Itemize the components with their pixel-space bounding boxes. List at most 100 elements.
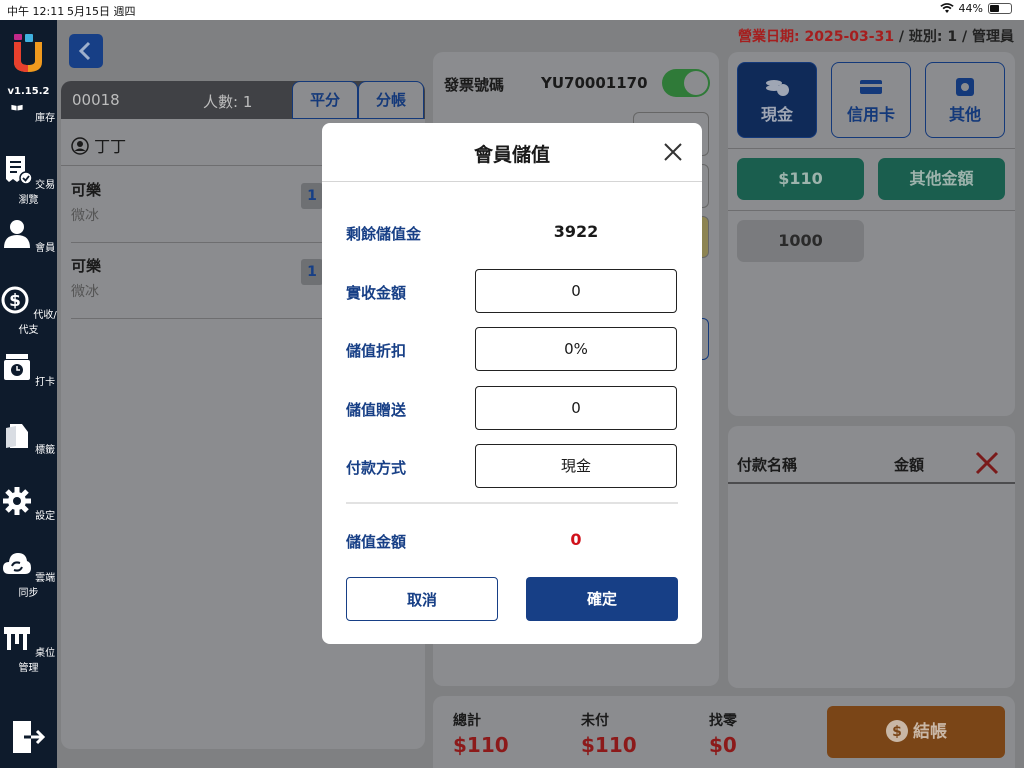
cancel-button[interactable]: 取消 [346,577,498,621]
coins-icon [766,80,789,96]
logout-icon[interactable] [12,720,46,754]
status-right: 44% [939,2,1012,15]
tab-split-bill[interactable]: 分帳 [358,81,424,119]
payment-list-panel: 付款名稱 金額 [728,426,1015,688]
sidebar-item-label: 會員 [35,243,56,254]
sidebar-item-clock-in[interactable]: 打卡 [0,352,57,388]
amount-header: 金額 [894,456,925,474]
divider [322,181,702,182]
payment-method-label: 付款方式 [346,459,407,477]
user-circle-icon [71,137,89,155]
sidebar: v1.15.2 庫存 交易瀏覽 會員 $ 代收/代支 打卡 標籤 設定 雲端同步… [0,20,57,768]
invoice-label: 發票號碼 [444,76,505,94]
unpaid-value: $110 [581,733,637,757]
receipt-icon [5,156,33,185]
other-amount-button[interactable]: 其他金額 [878,158,1005,200]
change-label: 找零 [709,713,737,729]
item-note: 微冰 [71,208,99,224]
other-payment-label: 其他 [948,105,981,124]
customer-name: 丁丁 [94,137,127,156]
confirm-button[interactable]: 確定 [526,577,678,621]
order-number: 00018 [72,91,120,109]
business-info: 營業日期: 2025-03-31 / 班別: 1 / 管理員 [738,26,1014,46]
preset-amount-button[interactable]: 1000 [737,220,864,262]
checkout-button[interactable]: $ 結帳 [827,706,1005,758]
member-topup-dialog: 會員儲值 剩餘儲值金 3922 實收金額 0 儲值折扣 0% 儲值贈送 0 付款… [322,123,702,644]
topup-discount-label: 儲值折扣 [346,342,407,360]
clock-machine-icon [3,354,30,380]
payment-panel: 現金 信用卡 其他 $110 其他金額 1000 [728,52,1015,416]
shift-info: / 班別: 1 / 管理員 [894,29,1014,45]
sidebar-item-tables[interactable]: 桌位管理 [0,623,57,674]
divider [728,148,1015,149]
sidebar-item-transactions[interactable]: 交易瀏覽 [0,155,57,206]
svg-text:$: $ [9,291,21,311]
person-icon [3,220,30,248]
sidebar-item-label: 標籤 [35,445,56,456]
cloud-sync-icon [2,553,31,574]
battery-icon [988,3,1012,14]
sidebar-item-inventory[interactable]: 庫存 [0,104,57,124]
sidebar-item-label: 設定 [35,511,56,522]
app-version: v1.15.2 [7,86,50,97]
gear-icon [2,487,31,515]
remaining-balance-value: 3922 [553,222,599,241]
status-bar: 中午 12:11 5月15日 週四 44% [0,0,1024,20]
sidebar-item-members[interactable]: 會員 [0,218,57,254]
sidebar-item-labels[interactable]: 標籤 [0,420,57,456]
chevron-left-icon [78,41,91,61]
customer-name-row[interactable]: 丁丁 [71,133,126,157]
wallet-icon [956,78,974,96]
unpaid-block: 未付 $110 [581,710,637,757]
close-icon[interactable] [662,141,684,163]
topup-discount-input[interactable]: 0% [475,327,677,371]
item-qty: 1 [301,259,323,285]
total-label: 總計 [453,713,481,729]
other-payment-button[interactable]: 其他 [925,62,1005,138]
dollar-cycle-icon: $ [1,286,29,314]
business-date: 營業日期: 2025-03-31 [738,29,895,45]
remaining-balance-label: 剩餘儲值金 [346,225,422,243]
item-name: 可樂 [71,181,102,199]
change-value: $0 [709,733,737,757]
app-logo-icon [14,34,42,72]
status-date: 5月15日 週四 [67,5,136,18]
tag-icon [5,424,28,448]
received-amount-label: 實收金額 [346,284,407,302]
table-icon [3,627,30,650]
topup-bonus-label: 儲值贈送 [346,401,407,419]
status-time: 中午 12:11 [7,5,65,18]
invoice-number: YU70001170 [541,74,648,92]
totals-bar: 總計 $110 未付 $110 找零 $0 $ 結帳 [433,696,1015,768]
cash-button[interactable]: 現金 [737,62,817,138]
back-button[interactable] [69,34,103,68]
battery-percent: 44% [958,2,983,15]
topup-bonus-input[interactable]: 0 [475,386,677,430]
invoice-toggle[interactable] [662,69,710,97]
payment-list-header: 付款名稱 金額 [728,426,1015,484]
credit-card-icon [860,80,882,94]
cash-label: 現金 [760,105,793,124]
received-amount-input[interactable]: 0 [475,269,677,313]
sidebar-item-settings[interactable]: 設定 [0,486,57,522]
sidebar-item-label: 庫存 [35,113,56,124]
unpaid-label: 未付 [581,713,609,729]
total-value: $110 [453,733,509,757]
total-block: 總計 $110 [453,710,509,757]
change-block: 找零 $0 [709,710,737,757]
checkout-label: 結帳 [913,722,947,742]
payment-method-select[interactable]: 現金 [475,444,677,488]
credit-card-button[interactable]: 信用卡 [831,62,911,138]
sidebar-item-collect-pay[interactable]: $ 代收/代支 [0,285,57,336]
dollar-coin-icon: $ [886,720,908,742]
tab-split-even[interactable]: 平分 [292,81,358,119]
sidebar-item-cloud-sync[interactable]: 雲端同步 [0,548,57,599]
people-count: 人數: 1 [203,93,253,111]
dialog-title: 會員儲值 [473,144,550,166]
topup-amount-value: 0 [570,530,582,549]
svg-text:$: $ [892,724,902,740]
quick-amount-button[interactable]: $110 [737,158,864,200]
sidebar-item-label: 打卡 [35,377,56,388]
clear-x-icon[interactable] [974,450,1000,476]
item-qty: 1 [301,183,323,209]
